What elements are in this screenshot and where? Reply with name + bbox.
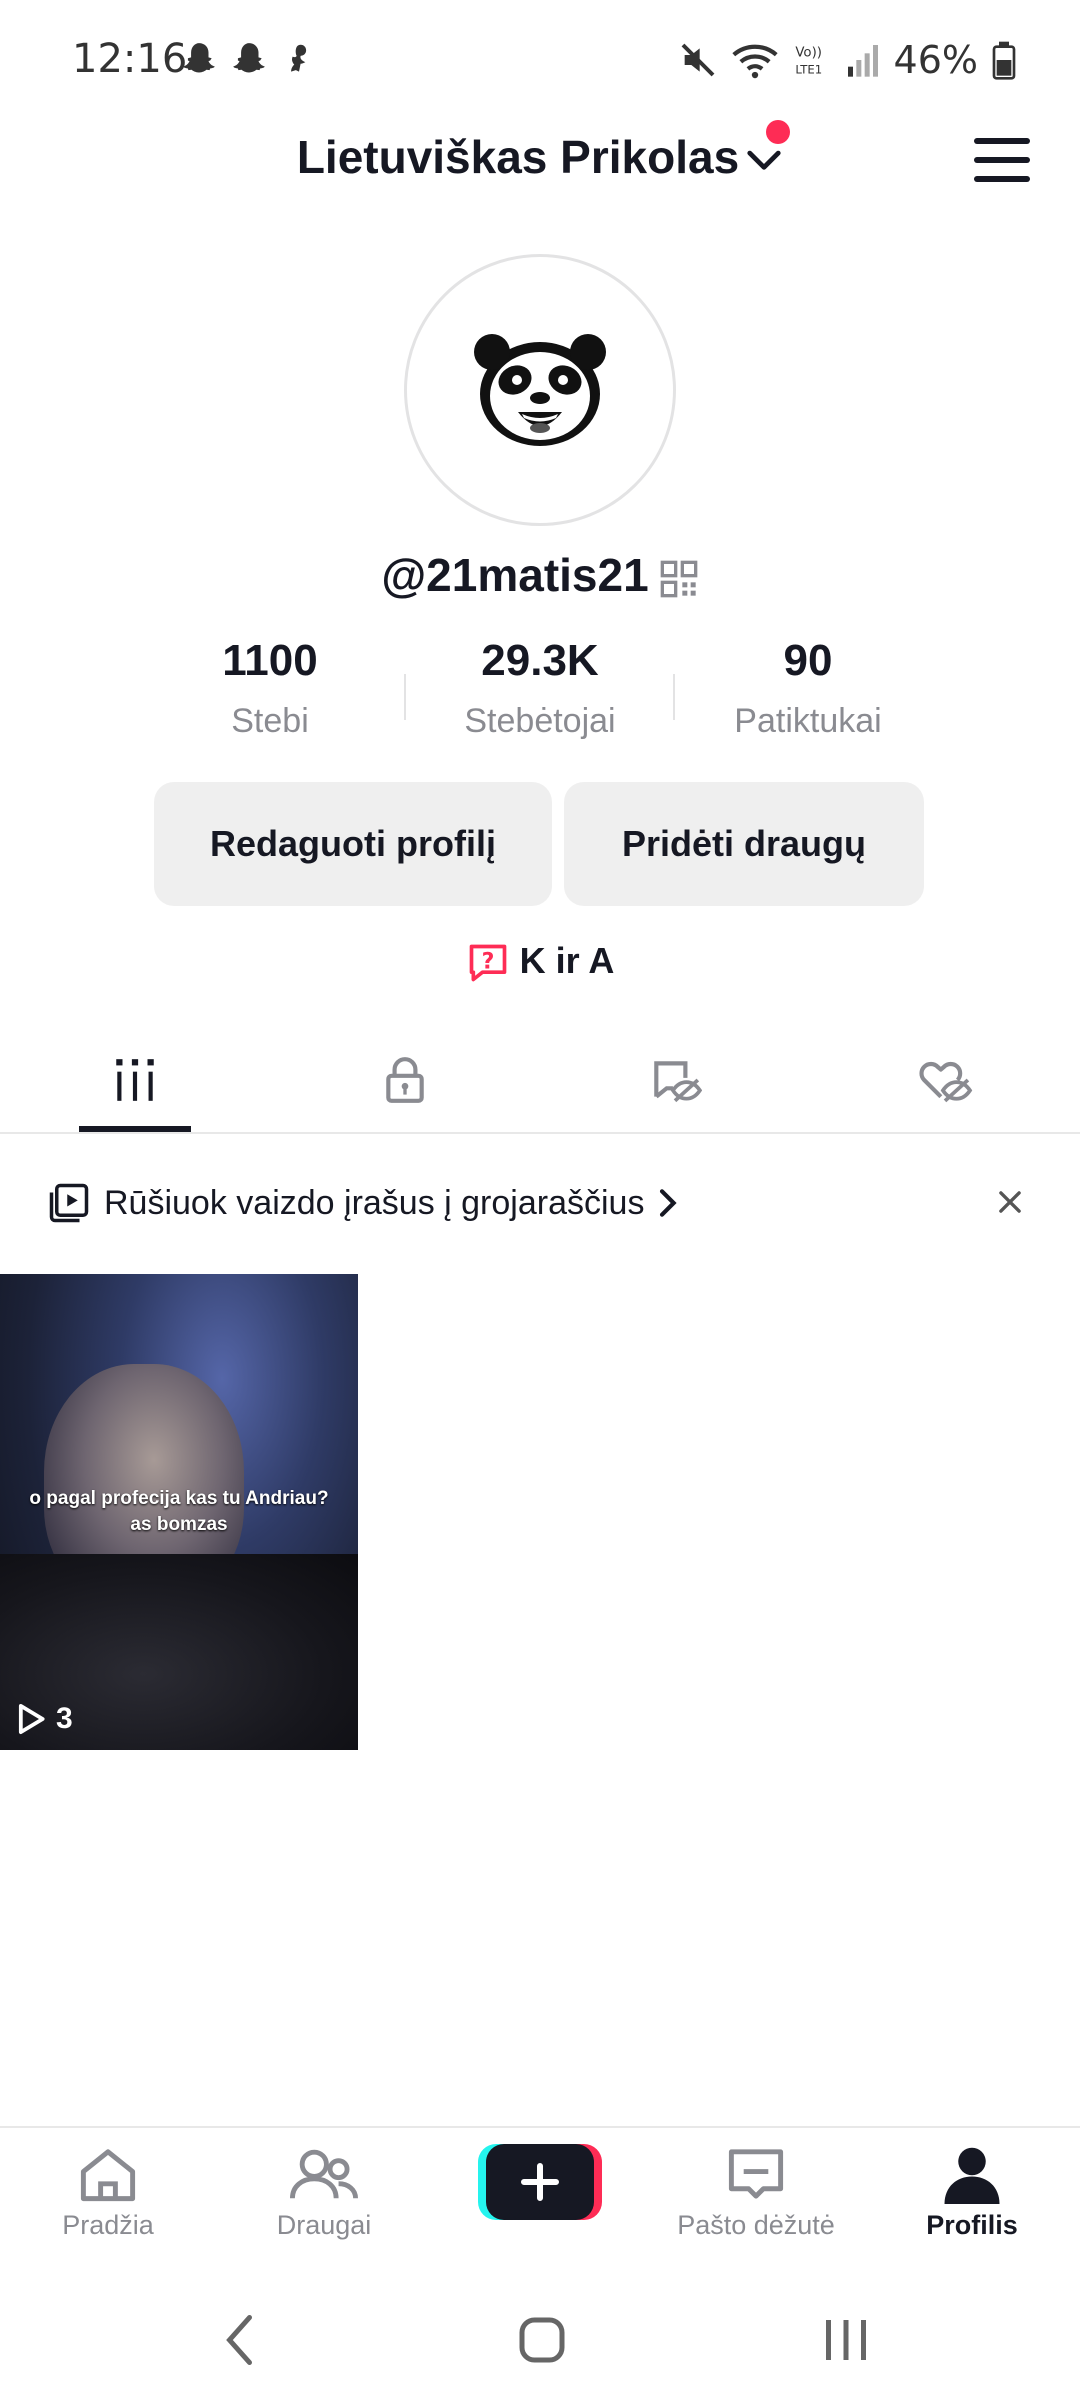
nav-label: Profilis — [926, 2210, 1018, 2240]
status-time: 12:16 — [72, 36, 188, 82]
qa-label: K ir A — [519, 940, 615, 981]
svg-text:Vo)): Vo)) — [795, 46, 822, 61]
home-button-icon[interactable] — [512, 2310, 572, 2370]
stat-value: 90 — [783, 636, 833, 685]
svg-text:?: ? — [481, 950, 494, 975]
add-friends-button[interactable]: Pridėti draugų — [564, 782, 924, 906]
volte-icon: Vo))LTE1 — [795, 46, 822, 77]
stat-likes[interactable]: 90 Patiktukai — [673, 636, 943, 741]
profile-icon — [944, 2147, 1000, 2204]
tab-liked[interactable] — [810, 1030, 1080, 1130]
nav-profile[interactable]: Profilis — [864, 2144, 1080, 2264]
create-button[interactable] — [478, 2142, 602, 2222]
nav-inbox[interactable]: Pašto dėžutė — [648, 2144, 864, 2264]
playlist-banner[interactable]: Rūšiuok vaizdo įrašus į grojaraščius — [48, 1170, 1032, 1236]
stat-following[interactable]: 1100 Stebi — [135, 636, 405, 741]
video-caption-line: o pagal profecija kas tu Andriau? — [29, 1488, 329, 1509]
nav-label: Draugai — [276, 2210, 372, 2240]
nav-label: Pašto dėžutė — [677, 2210, 835, 2240]
system-nav-bar — [0, 2280, 1080, 2400]
stat-value: 1100 — [222, 636, 318, 685]
grid-icon — [116, 1059, 154, 1101]
video-view-count: 3 — [16, 1702, 73, 1736]
status-notification-icons — [180, 40, 318, 78]
recent-apps-icon[interactable] — [816, 2310, 876, 2370]
qr-code-icon[interactable] — [659, 559, 699, 599]
account-name: Lietuviškas Prikolas — [296, 131, 740, 183]
status-bar: 12:16 Vo)) LTE1 46% — [0, 0, 1080, 120]
playlist-banner-text: Rūšiuok vaizdo įrašus į grojaraščius — [104, 1183, 645, 1222]
nav-home[interactable]: Pradžia — [0, 2144, 216, 2264]
close-icon[interactable] — [988, 1180, 1032, 1224]
lock-icon — [386, 1057, 424, 1103]
snapchat-alt-icon — [291, 44, 307, 72]
svg-text:LTE1: LTE1 — [795, 62, 822, 76]
nav-friends[interactable]: Draugai — [216, 2144, 432, 2264]
back-icon[interactable] — [212, 2310, 272, 2370]
tab-reposts[interactable] — [540, 1030, 810, 1130]
qa-link[interactable]: ? K ir A — [0, 940, 1080, 985]
hidden-post-icon — [654, 1061, 702, 1103]
inbox-icon — [728, 2149, 784, 2199]
profile-stats: 1100 Stebi 29.3K Stebėtojai 90 Patiktuka… — [0, 636, 1080, 756]
signal-icon — [847, 45, 878, 77]
chevron-right-icon — [660, 1189, 678, 1217]
avatar[interactable] — [404, 254, 676, 526]
chevron-down-icon — [747, 150, 781, 170]
playlist-icon — [49, 1183, 89, 1223]
battery-icon — [992, 41, 1016, 80]
edit-profile-button[interactable]: Redaguoti profilį — [154, 782, 552, 906]
wifi-icon — [731, 44, 778, 79]
notification-dot — [766, 120, 790, 144]
question-bubble-icon: ? — [469, 945, 506, 982]
tab-videos[interactable] — [0, 1030, 270, 1130]
nav-label: Pradžia — [62, 2210, 154, 2240]
stat-label: Stebi — [231, 702, 309, 740]
active-tab-indicator — [79, 1126, 191, 1132]
account-switcher[interactable]: Lietuviškas Prikolas — [0, 130, 1080, 184]
username-text: @21matis21 — [381, 549, 649, 601]
snapchat-icon — [183, 43, 215, 73]
video-caption-line: as bomzas — [130, 1514, 228, 1535]
panda-icon — [474, 334, 606, 446]
snapchat-icon — [233, 43, 265, 73]
status-system-icons: Vo)) LTE1 46% — [678, 38, 1016, 82]
video-thumbnail[interactable]: o pagal profecija kas tu Andriau? as bom… — [0, 1274, 358, 1750]
friends-icon — [290, 2149, 358, 2199]
stat-followers[interactable]: 29.3K Stebėtojai — [405, 636, 675, 741]
hidden-like-icon — [919, 1061, 973, 1103]
bottom-nav: Pradžia Draugai Pašto dėžutė Profilis — [0, 2126, 1080, 2270]
mute-icon — [681, 43, 714, 77]
video-views-text: 3 — [56, 1702, 73, 1735]
menu-icon[interactable] — [974, 138, 1030, 182]
profile-tabs — [0, 1030, 1080, 1134]
stat-value: 29.3K — [481, 636, 599, 685]
battery-level: 46% — [893, 38, 978, 82]
video-caption: o pagal profecija kas tu Andriau? as bom… — [0, 1486, 358, 1538]
play-icon — [18, 1704, 45, 1734]
tab-private[interactable] — [270, 1030, 540, 1130]
stat-label: Patiktukai — [734, 702, 882, 740]
stat-label: Stebėtojai — [464, 702, 616, 740]
username: @21matis21 — [0, 548, 1080, 602]
home-icon — [80, 2149, 136, 2202]
plus-icon — [478, 2144, 602, 2220]
